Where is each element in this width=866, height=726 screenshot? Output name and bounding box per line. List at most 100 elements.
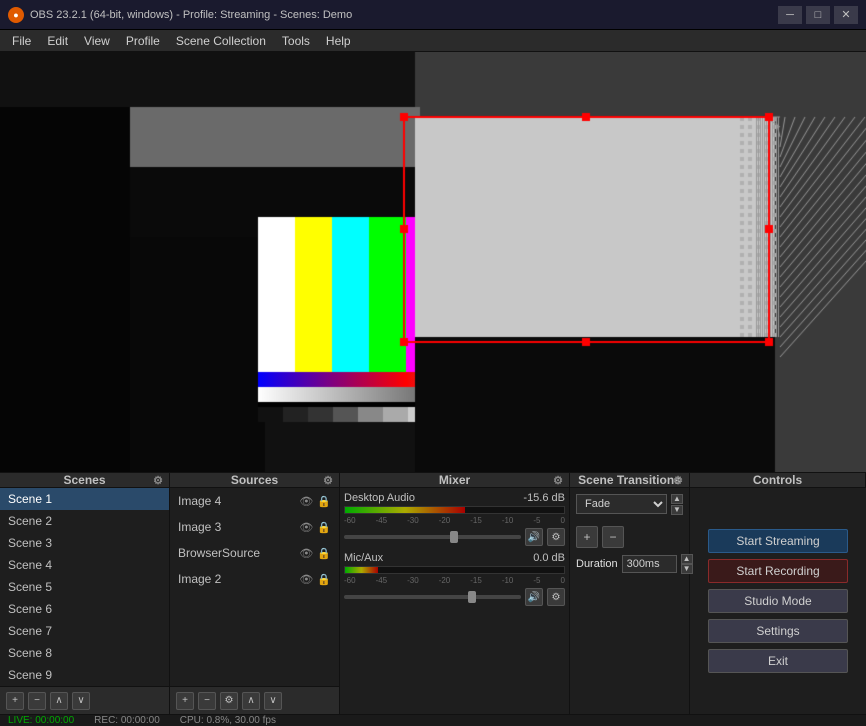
scene-item[interactable]: Scene 3 — [0, 532, 169, 554]
meter-fill — [345, 507, 465, 513]
transition-add-remove: + − — [576, 526, 683, 548]
bottom-panel: Scenes ⚙ Sources ⚙ Mixer ⚙ Scene Transit… — [0, 472, 866, 690]
window-title: OBS 23.2.1 (64-bit, windows) - Profile: … — [30, 9, 778, 21]
fader-row: 🔊 ⚙ — [344, 588, 565, 606]
preview-area — [0, 52, 866, 472]
level-meter — [344, 506, 565, 514]
menu-file[interactable]: File — [4, 30, 39, 52]
menu-tools[interactable]: Tools — [274, 30, 318, 52]
meter-fill — [345, 567, 378, 573]
scene-item[interactable]: Scene 2 — [0, 510, 169, 532]
channel-name: Desktop Audio — [344, 492, 415, 504]
volume-fader[interactable] — [344, 535, 521, 539]
source-item[interactable]: Image 4 👁 🔒 — [170, 488, 339, 514]
mixer-header-icon: ⚙ — [553, 474, 563, 487]
move-scene-down-button[interactable]: ∨ — [72, 692, 90, 710]
source-controls: 👁 🔒 — [299, 547, 331, 560]
transitions-header-icon: ⚙ — [673, 474, 683, 487]
scenes-header: Scenes ⚙ — [0, 473, 170, 487]
remove-transition-button[interactable]: − — [602, 526, 624, 548]
add-scene-button[interactable]: + — [6, 692, 24, 710]
channel-settings-button[interactable]: ⚙ — [547, 588, 565, 606]
transition-type-up[interactable]: ▲ — [671, 494, 683, 504]
channel-name: Mic/Aux — [344, 552, 383, 564]
eye-icon[interactable]: 👁 — [299, 521, 313, 534]
source-item[interactable]: Image 2 👁 🔒 — [170, 566, 339, 592]
sources-list: Image 4 👁 🔒 Image 3 👁 🔒 BrowserSource — [170, 488, 339, 686]
add-transition-button[interactable]: + — [576, 526, 598, 548]
source-item[interactable]: BrowserSource 👁 🔒 — [170, 540, 339, 566]
scene-item[interactable]: Scene 9 — [0, 664, 169, 686]
move-source-up-button[interactable]: ∧ — [242, 692, 260, 710]
eye-icon[interactable]: 👁 — [299, 495, 313, 508]
menu-help[interactable]: Help — [318, 30, 359, 52]
scene-item[interactable]: Scene 5 — [0, 576, 169, 598]
settings-button[interactable]: Settings — [708, 619, 848, 643]
lock-icon[interactable]: 🔒 — [317, 573, 331, 586]
mute-button[interactable]: 🔊 — [525, 588, 543, 606]
app-icon: ● — [8, 7, 24, 23]
source-controls: 👁 🔒 — [299, 573, 331, 586]
studio-mode-button[interactable]: Studio Mode — [708, 589, 848, 613]
add-source-button[interactable]: + — [176, 692, 194, 710]
menu-edit[interactable]: Edit — [39, 30, 76, 52]
cpu-status: CPU: 0.8%, 30.00 fps — [180, 715, 276, 726]
start-streaming-button[interactable]: Start Streaming — [708, 529, 848, 553]
scene-item[interactable]: Scene 1 — [0, 488, 169, 510]
menu-view[interactable]: View — [76, 30, 118, 52]
transition-type-select[interactable]: Fade Cut Slide — [576, 494, 667, 514]
source-controls: 👁 🔒 — [299, 521, 331, 534]
scenes-header-icon: ⚙ — [153, 474, 163, 487]
start-recording-button[interactable]: Start Recording — [708, 559, 848, 583]
scenes-toolbar: + − ∧ ∨ — [0, 686, 169, 714]
lock-icon[interactable]: 🔒 — [317, 495, 331, 508]
source-name: BrowserSource — [178, 546, 260, 560]
mixer-header: Mixer ⚙ — [340, 473, 570, 487]
transition-type-down[interactable]: ▼ — [671, 505, 683, 515]
sources-toolbar: + − ⚙ ∧ ∨ — [170, 686, 339, 714]
source-settings-button[interactable]: ⚙ — [220, 692, 238, 710]
source-name: Image 4 — [178, 494, 221, 508]
panel-headers: Scenes ⚙ Sources ⚙ Mixer ⚙ Scene Transit… — [0, 472, 866, 488]
sources-header: Sources ⚙ — [170, 473, 340, 487]
move-scene-up-button[interactable]: ∧ — [50, 692, 68, 710]
window-controls: ─ □ ✕ — [778, 6, 858, 24]
lock-icon[interactable]: 🔒 — [317, 547, 331, 560]
scene-item[interactable]: Scene 6 — [0, 598, 169, 620]
controls-header: Controls — [690, 473, 866, 487]
close-button[interactable]: ✕ — [834, 6, 858, 24]
meter-scale: -60-45-30-20-15-10-50 — [344, 516, 565, 525]
fader-row: 🔊 ⚙ — [344, 528, 565, 546]
source-item[interactable]: Image 3 👁 🔒 — [170, 514, 339, 540]
scene-item[interactable]: Scene 4 — [0, 554, 169, 576]
transitions-header: Scene Transitions ⚙ — [570, 473, 690, 487]
menu-profile[interactable]: Profile — [118, 30, 168, 52]
duration-row: Duration ▲ ▼ — [576, 554, 683, 574]
remove-scene-button[interactable]: − — [28, 692, 46, 710]
maximize-button[interactable]: □ — [806, 6, 830, 24]
scene-item[interactable]: Scene 7 — [0, 620, 169, 642]
source-controls: 👁 🔒 — [299, 495, 331, 508]
sources-panel: Image 4 👁 🔒 Image 3 👁 🔒 BrowserSource — [170, 488, 340, 714]
minimize-button[interactable]: ─ — [778, 6, 802, 24]
mic-aux-channel: Mic/Aux 0.0 dB -60-45-30-20-15-10-50 🔊 ⚙ — [344, 552, 565, 606]
volume-fader[interactable] — [344, 595, 521, 599]
desktop-audio-channel: Desktop Audio -15.6 dB -60-45-30-20-15-1… — [344, 492, 565, 546]
scene-item[interactable]: Scene 8 — [0, 642, 169, 664]
controls-header-label: Controls — [753, 473, 802, 487]
exit-button[interactable]: Exit — [708, 649, 848, 673]
mute-button[interactable]: 🔊 — [525, 528, 543, 546]
channel-settings-button[interactable]: ⚙ — [547, 528, 565, 546]
eye-icon[interactable]: 👁 — [299, 573, 313, 586]
channel-header: Desktop Audio -15.6 dB — [344, 492, 565, 504]
mixer-panel: Desktop Audio -15.6 dB -60-45-30-20-15-1… — [340, 488, 570, 714]
menu-scene-collection[interactable]: Scene Collection — [168, 30, 274, 52]
duration-input[interactable] — [622, 555, 677, 573]
lock-icon[interactable]: 🔒 — [317, 521, 331, 534]
move-source-down-button[interactable]: ∨ — [264, 692, 282, 710]
transition-select-row: Fade Cut Slide ▲ ▼ — [576, 494, 683, 520]
preview-canvas[interactable] — [0, 52, 866, 472]
remove-source-button[interactable]: − — [198, 692, 216, 710]
rec-status: REC: 00:00:00 — [94, 715, 160, 726]
eye-icon[interactable]: 👁 — [299, 547, 313, 560]
